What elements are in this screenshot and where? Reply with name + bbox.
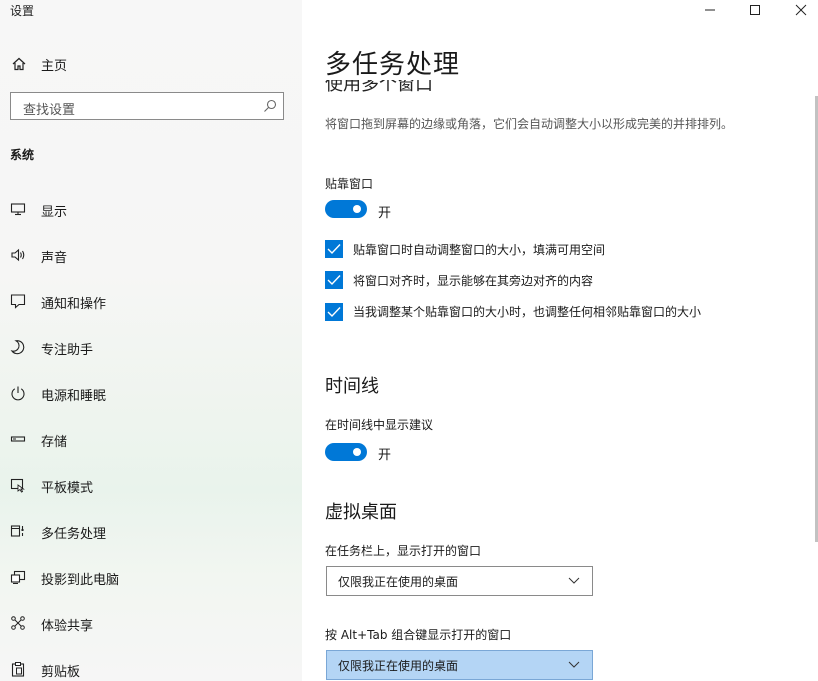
maximize-button[interactable]: [740, 0, 770, 20]
chevron-down-icon: [568, 661, 580, 668]
close-button[interactable]: [786, 0, 816, 20]
taskbar-windows-label: 在任务栏上，显示打开的窗口: [325, 544, 482, 558]
snap-checkbox-3[interactable]: [325, 303, 343, 321]
sidebar-item-shared-experiences[interactable]: 体验共享: [0, 603, 302, 643]
power-icon: [11, 386, 25, 401]
section-title: 系统: [10, 148, 35, 162]
sidebar-item-label: 通知和操作: [41, 297, 107, 312]
share-icon: [11, 616, 25, 630]
timeline-toggle-state: 开: [378, 448, 392, 463]
alttab-windows-label: 按 Alt+Tab 组合键显示打开的窗口: [325, 628, 512, 642]
snap-section-heading-cut: 使用多个窗口: [325, 80, 625, 92]
page-title: 多任务处理: [325, 50, 461, 80]
sidebar-item-label: 存储: [41, 435, 68, 450]
moon-icon: [10, 340, 25, 355]
timeline-toggle[interactable]: [325, 443, 369, 463]
toggle-knob: [353, 205, 361, 213]
checkmark-icon: [327, 307, 341, 318]
monitor-icon: [10, 203, 26, 216]
sidebar-item-label: 电源和睡眠: [41, 389, 107, 404]
clipboard-icon: [11, 662, 25, 677]
snap-checkbox-2-label: 将窗口对齐时，显示能够在其旁边对齐的内容: [353, 274, 594, 288]
search-input[interactable]: 查找设置: [10, 92, 284, 120]
dropdown-value: 仅限我正在使用的桌面: [338, 659, 459, 673]
sidebar-item-storage[interactable]: 存储: [0, 419, 302, 459]
alttab-windows-dropdown[interactable]: 仅限我正在使用的桌面: [326, 650, 593, 680]
dropdown-value: 仅限我正在使用的桌面: [338, 575, 459, 589]
tablet-icon: [10, 478, 25, 493]
snap-description: 将窗口拖到屏幕的边缘或角落，它们会自动调整大小以形成完美的并排排列。: [325, 117, 734, 131]
toggle-knob: [353, 448, 361, 456]
project-icon: [10, 570, 26, 584]
sidebar-item-label: 显示: [41, 205, 68, 220]
sidebar-item-label: 投影到此电脑: [41, 573, 120, 588]
snap-toggle[interactable]: [325, 200, 369, 220]
taskbar-windows-dropdown[interactable]: 仅限我正在使用的桌面: [326, 566, 593, 596]
snap-toggle-label: 贴靠窗口: [325, 177, 374, 191]
snap-checkbox-2[interactable]: [325, 271, 343, 289]
snap-checkbox-3-label: 当我调整某个贴靠窗口的大小时，也调整任何相邻贴靠窗口的大小: [353, 305, 702, 319]
home-icon: [12, 57, 26, 71]
app-title: 设置: [10, 4, 35, 18]
search-icon: [264, 99, 277, 112]
sidebar-item-label: 平板模式: [41, 481, 94, 496]
timeline-toggle-label: 在时间线中显示建议: [325, 418, 434, 432]
sidebar-item-home[interactable]: 主页: [0, 50, 302, 78]
checkmark-icon: [327, 244, 341, 255]
timeline-heading: 时间线: [325, 376, 379, 397]
sidebar-item-project[interactable]: 投影到此电脑: [0, 557, 302, 597]
sidebar-item-display[interactable]: 显示: [0, 189, 302, 229]
sidebar-item-multitasking[interactable]: 多任务处理: [0, 511, 302, 551]
sidebar-item-clipboard[interactable]: 剪贴板: [0, 649, 302, 681]
sidebar-item-label: 体验共享: [41, 619, 94, 634]
sidebar-item-power[interactable]: 电源和睡眠: [0, 373, 302, 413]
sidebar-item-label: 主页: [41, 59, 68, 74]
snap-section-heading: 使用多个窗口: [325, 80, 433, 92]
close-icon: [795, 4, 807, 16]
snap-toggle-state: 开: [378, 206, 392, 221]
maximize-icon: [750, 5, 760, 15]
notification-icon: [10, 294, 26, 309]
snap-checkbox-1-label: 贴靠窗口时自动调整窗口的大小，填满可用空间: [353, 243, 606, 257]
virtual-desktops-heading: 虚拟桌面: [325, 502, 397, 523]
speaker-icon: [11, 248, 25, 262]
sidebar-item-label: 专注助手: [41, 343, 94, 358]
snap-checkbox-1[interactable]: [325, 240, 343, 258]
content-pane: 多任务处理 使用多个窗口 将窗口拖到屏幕的边缘或角落，它们会自动调整大小以形成完…: [302, 0, 818, 681]
sidebar-item-label: 多任务处理: [41, 527, 107, 542]
search-placeholder: 查找设置: [23, 103, 76, 118]
chevron-down-icon: [568, 577, 580, 584]
checkmark-icon: [327, 275, 341, 286]
minimize-button[interactable]: [695, 0, 725, 20]
sidebar-item-sound[interactable]: 声音: [0, 235, 302, 275]
sidebar: 设置 主页 查找设置 系统 显示 声音 通知和操作 专注助手 电源和睡眠 存储 …: [0, 0, 302, 681]
sidebar-item-label: 声音: [41, 251, 68, 266]
sidebar-item-notifications[interactable]: 通知和操作: [0, 281, 302, 321]
storage-icon: [10, 436, 26, 442]
sidebar-item-label: 剪贴板: [41, 665, 81, 680]
minimize-icon: [705, 9, 715, 11]
multitask-icon: [10, 525, 24, 537]
sidebar-item-tablet-mode[interactable]: 平板模式: [0, 465, 302, 505]
sidebar-item-focus-assist[interactable]: 专注助手: [0, 327, 302, 367]
